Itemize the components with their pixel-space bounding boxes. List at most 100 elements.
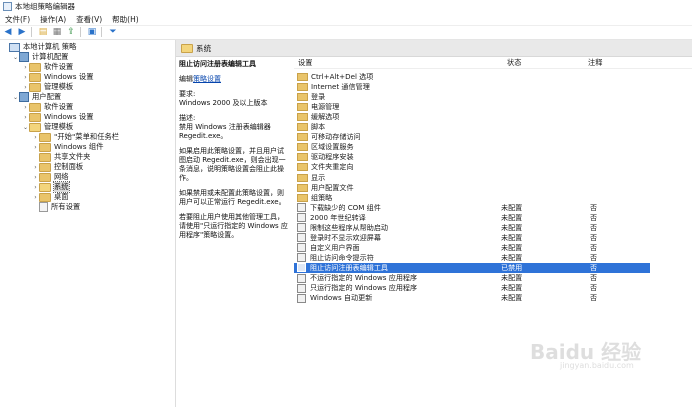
chevron-right-icon[interactable]: › [32, 194, 39, 201]
folder-row[interactable]: Internet 通信管理 [294, 82, 650, 92]
chevron-right-icon[interactable]: › [22, 114, 29, 121]
tree-item-label: 管理模板 [44, 122, 74, 131]
chevron-right-icon[interactable]: › [32, 144, 39, 151]
tree-item[interactable]: › 管理模板 [22, 82, 73, 92]
row-comment: 否 [590, 293, 598, 303]
policy-setting-icon [297, 263, 306, 273]
chevron-right-icon[interactable]: › [32, 174, 39, 181]
requirements-text: Windows 2000 及以上版本 [179, 99, 268, 107]
folder-icon [39, 192, 51, 202]
tree-item[interactable]: › Windows 设置 [22, 112, 94, 122]
folder-row[interactable]: 登录 [294, 92, 650, 102]
row-name: 2000 年世纪转译 [310, 212, 366, 222]
row-name: 驱动程序安装 [311, 152, 354, 162]
policy-setting-icon [297, 253, 306, 263]
chevron-right-icon[interactable]: › [22, 104, 29, 111]
edit-prefix: 编辑 [179, 75, 193, 83]
setting-row[interactable]: 下载缺少的 COM 组件 未配置 否 [294, 203, 650, 213]
menu-action[interactable]: 操作(A) [35, 14, 71, 25]
tree-item[interactable]: › Windows 组件 [32, 142, 104, 152]
policy-setting-icon [297, 213, 306, 223]
policy-setting-icon [297, 273, 306, 283]
folder-row[interactable]: 电源管理 [294, 102, 650, 112]
folder-icon [39, 132, 51, 142]
setting-row[interactable]: 2000 年世纪转译 未配置 否 [294, 213, 650, 223]
tree-item[interactable]: › 软件设置 [22, 62, 73, 72]
folder-icon [39, 152, 51, 162]
tree-item[interactable]: › 桌面 [32, 192, 69, 202]
folder-row[interactable]: 驱动程序安装 [294, 152, 650, 162]
column-comment[interactable]: 注释 [588, 58, 602, 68]
tree-item[interactable]: › "开始"菜单和任务栏 [32, 132, 119, 142]
setting-row[interactable]: 不运行指定的 Windows 应用程序 未配置 否 [294, 273, 650, 283]
setting-row[interactable]: 阻止访问命令提示符 未配置 否 [294, 253, 650, 263]
folder-icon [297, 83, 308, 92]
chevron-down-icon[interactable]: ⌄ [12, 54, 19, 61]
tree-item[interactable]: › 系统 [32, 181, 70, 193]
settings-list-icon [39, 202, 48, 212]
tree-item[interactable]: › Windows 设置 [22, 72, 94, 82]
group-policy-editor-window: 本地组策略编辑器 文件(F) 操作(A) 查看(V) 帮助(H) ◀ ▶ ▤ ▦… [0, 0, 692, 407]
menu-view[interactable]: 查看(V) [71, 14, 107, 25]
folder-row[interactable]: 用户配置文件 [294, 183, 650, 193]
setting-row[interactable]: 自定义用户界面 未配置 否 [294, 243, 650, 253]
description-block: 描述: 禁用 Windows 注册表编辑器 Regedit.exe。 [179, 114, 289, 141]
chevron-right-icon[interactable]: › [32, 134, 39, 141]
edit-line: 编辑策略设置 [179, 75, 289, 84]
tree-item[interactable]: ⌄ 管理模板 [22, 122, 73, 132]
tree-item[interactable]: 所有设置 [32, 202, 80, 212]
policy-setting-icon [297, 293, 306, 303]
tree-item[interactable]: 本地计算机 策略 [2, 42, 76, 52]
folder-row[interactable]: 组策略 [294, 193, 650, 203]
row-comment: 否 [590, 232, 598, 242]
edit-policy-link[interactable]: 策略设置 [193, 75, 221, 83]
folder-row[interactable]: 显示 [294, 173, 650, 183]
tree-item[interactable]: › 网络 [32, 172, 69, 182]
tree-item-label: 系统 [53, 181, 70, 193]
chevron-right-icon[interactable]: › [32, 164, 39, 171]
help-icon[interactable]: ▣ [86, 27, 98, 38]
folder-icon [297, 73, 308, 81]
row-name: Ctrl+Alt+Del 选项 [311, 72, 374, 81]
chevron-right-icon[interactable]: › [32, 184, 39, 191]
chevron-right-icon[interactable]: › [22, 64, 29, 71]
export-icon[interactable]: ⇪ [65, 27, 77, 38]
chevron-down-icon[interactable]: ⌄ [22, 124, 29, 131]
tree-item-label: "开始"菜单和任务栏 [54, 132, 120, 141]
folder-row[interactable]: 文件夹重定向 [294, 162, 650, 172]
details-title: 系统 [196, 43, 212, 53]
setting-row[interactable]: 阻止访问注册表编辑工具 已禁用 否 [294, 262, 650, 273]
folder-up-icon[interactable]: ▤ [37, 27, 49, 38]
chevron-right-icon[interactable]: › [22, 74, 29, 81]
back-icon[interactable]: ◀ [2, 27, 14, 38]
folder-row[interactable]: 区域设置服务 [294, 142, 650, 152]
tree-item-label: 网络 [54, 172, 69, 181]
column-state[interactable]: 状态 [507, 58, 521, 68]
row-name: 文件夹重定向 [311, 162, 354, 172]
setting-row[interactable]: 限制这些程序从帮助启动 未配置 否 [294, 223, 650, 233]
chevron-right-icon[interactable]: › [22, 84, 29, 91]
tree-item[interactable]: ⌄ 用户配置 [12, 92, 61, 102]
policy-setting-icon [297, 283, 306, 293]
properties-icon[interactable]: ▦ [51, 27, 63, 38]
folder-icon [297, 173, 308, 182]
tree-item[interactable]: ⌄ 计算机配置 [12, 52, 68, 62]
forward-icon[interactable]: ▶ [16, 27, 28, 38]
chevron-down-icon[interactable]: ⌄ [12, 94, 19, 101]
folder-row[interactable]: 可移动存储访问 [294, 132, 650, 142]
filter-icon[interactable]: ⏷ [107, 27, 119, 38]
column-setting[interactable]: 设置 [298, 58, 312, 68]
tree-item[interactable]: › 软件设置 [22, 102, 73, 112]
setting-row[interactable]: 登录时不显示欢迎屏幕 未配置 否 [294, 233, 650, 243]
menu-help[interactable]: 帮助(H) [107, 14, 144, 25]
folder-row[interactable]: 缓解选项 [294, 112, 650, 122]
setting-row[interactable]: Windows 自动更新 未配置 否 [294, 293, 650, 303]
tree-item[interactable]: 共享文件夹 [32, 152, 90, 162]
folder-row[interactable]: 脚本 [294, 122, 650, 132]
setting-row[interactable]: 只运行指定的 Windows 应用程序 未配置 否 [294, 283, 650, 293]
folder-icon [39, 142, 51, 152]
menu-file[interactable]: 文件(F) [0, 14, 35, 25]
row-name: 登录时不显示欢迎屏幕 [310, 232, 381, 242]
tree-item[interactable]: › 控制面板 [32, 162, 83, 172]
folder-row[interactable]: Ctrl+Alt+Del 选项 [294, 72, 650, 82]
